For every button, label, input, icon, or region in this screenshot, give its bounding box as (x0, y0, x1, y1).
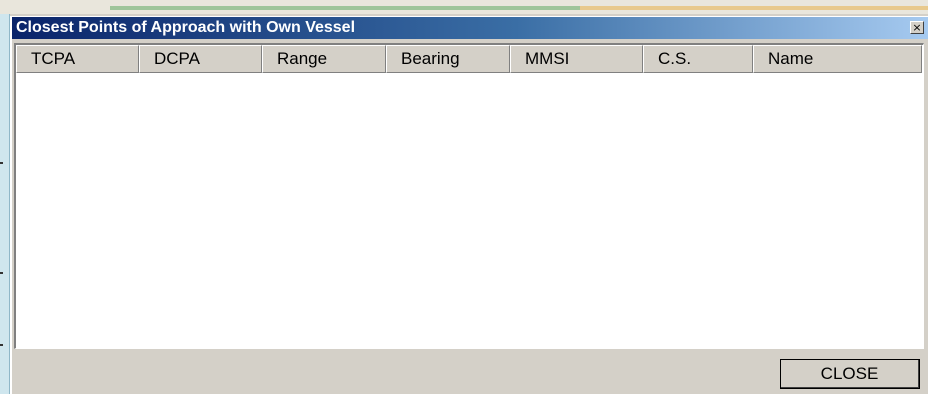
desktop-top-strip (0, 0, 928, 14)
desktop-left-edge (0, 14, 10, 394)
cpa-dialog: Closest Points of Approach with Own Vess… (10, 16, 928, 394)
screen: Closest Points of Approach with Own Vess… (0, 0, 928, 394)
list-rows[interactable] (16, 73, 923, 348)
title-bar[interactable]: Closest Points of Approach with Own Vess… (12, 17, 928, 39)
column-header-name[interactable]: Name (753, 45, 922, 73)
list-header: TCPA DCPA Range Bearing MMSI C.S. Name (16, 45, 922, 73)
close-button[interactable]: CLOSE (780, 359, 920, 389)
cpa-list-view[interactable]: TCPA DCPA Range Bearing MMSI C.S. Name (14, 43, 924, 349)
column-header-cs[interactable]: C.S. (643, 45, 753, 73)
background-strip-green (110, 6, 580, 10)
column-header-range[interactable]: Range (262, 45, 386, 73)
edge-tick (0, 162, 3, 164)
window-title: Closest Points of Approach with Own Vess… (16, 19, 356, 36)
column-header-tcpa[interactable]: TCPA (16, 45, 139, 73)
edge-tick (0, 344, 3, 346)
edge-tick (0, 272, 3, 274)
column-header-dcpa[interactable]: DCPA (139, 45, 262, 73)
column-header-bearing[interactable]: Bearing (386, 45, 510, 73)
background-strip-orange (580, 6, 928, 10)
close-icon[interactable]: × (910, 21, 924, 34)
column-header-mmsi[interactable]: MMSI (510, 45, 643, 73)
